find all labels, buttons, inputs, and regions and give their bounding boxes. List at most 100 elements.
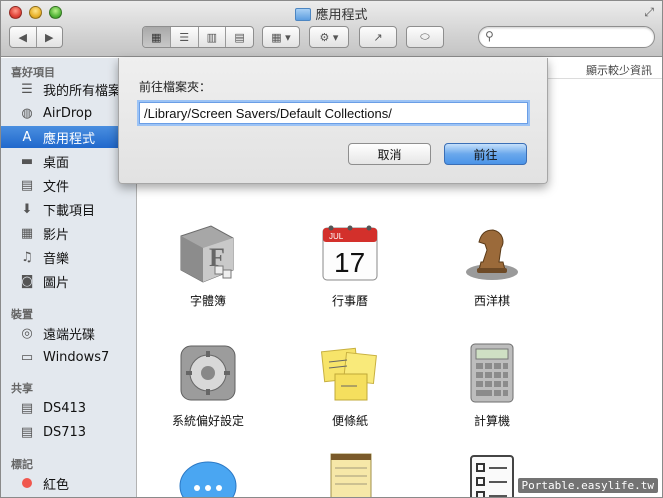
- sidebar-item-label: 應用程式: [43, 131, 96, 147]
- go-button[interactable]: 前往: [444, 143, 527, 165]
- sidebar-item-remote-disc[interactable]: ◎ 遠端光碟: [1, 322, 136, 344]
- sidebar-item-documents[interactable]: ▤ 文件: [1, 174, 136, 196]
- search-input[interactable]: [501, 29, 646, 45]
- calculator-icon: [459, 340, 525, 406]
- window-title-text: 應用程式: [315, 8, 368, 23]
- sidebar-item-downloads[interactable]: ⬇ 下載項目: [1, 198, 136, 220]
- font-book-icon: F: [175, 220, 241, 286]
- back-forward-control: ◀ ▶: [9, 26, 63, 48]
- app-calculator[interactable]: 計算機: [437, 340, 547, 429]
- icon-view-icon: ▦: [151, 30, 162, 44]
- all-files-icon: ☰: [21, 81, 33, 97]
- movies-icon: ▦: [20, 225, 34, 241]
- airdrop-icon: ◍: [21, 105, 33, 121]
- go-to-folder-sheet: 前往檔案夾： 取消 前往: [118, 58, 548, 184]
- sidebar-item-desktop[interactable]: ▬ 桌面: [1, 150, 136, 172]
- sidebar-item-pictures[interactable]: ◙ 圖片: [1, 270, 136, 292]
- show-less-link[interactable]: 顯示較少資訊: [586, 62, 652, 78]
- sidebar-section-shared: 共享: [11, 382, 33, 395]
- sidebar-item-label: Windows7: [43, 349, 110, 365]
- sidebar-item-windows7[interactable]: ▭ Windows7: [1, 346, 136, 368]
- fullscreen-icon[interactable]: ⤢: [644, 5, 654, 20]
- app-label: 便條紙: [331, 414, 368, 428]
- notepad-icon: [317, 450, 383, 497]
- folder-icon: [295, 8, 312, 21]
- app-label: 計算機: [473, 414, 510, 428]
- sidebar-item-label: DS413: [43, 400, 87, 416]
- folder-path-input[interactable]: [139, 102, 528, 124]
- calendar-icon: JUL 17: [317, 220, 383, 286]
- app-font-book[interactable]: F 字體簿: [153, 220, 263, 309]
- window-title: 應用程式: [1, 4, 662, 23]
- list-view-icon: ☰: [179, 30, 190, 44]
- sidebar-item-label: 影片: [43, 227, 70, 243]
- messages-icon: [175, 456, 241, 497]
- sidebar: 喜好項目 ☰ 我的所有檔案 ◍ AirDrop A 應用程式 ▬ 桌面 ▤ 文件…: [1, 58, 137, 497]
- coverflow-view-icon: ▤: [234, 30, 245, 44]
- app-label: 西洋棋: [473, 294, 510, 308]
- sidebar-section-devices: 裝置: [11, 308, 33, 321]
- search-icon: ⚲: [485, 29, 494, 43]
- view-mode-control: ▦ ☰ ▥ ▤: [142, 26, 254, 48]
- sidebar-item-label: 紅色: [43, 477, 70, 493]
- share-icon: ↗: [373, 30, 383, 44]
- sidebar-item-airdrop[interactable]: ◍ AirDrop: [1, 102, 136, 124]
- sidebar-item-label: DS713: [43, 424, 87, 440]
- sidebar-item-ds713[interactable]: ▤ DS713: [1, 421, 136, 443]
- calendar-day-text: 17: [334, 247, 365, 278]
- forward-button[interactable]: ▶: [37, 27, 63, 47]
- app-textedit-partial[interactable]: [295, 450, 405, 497]
- app-calendar[interactable]: JUL 17 行事曆: [295, 220, 405, 309]
- tags-button[interactable]: ⬭: [406, 26, 444, 48]
- coverflow-view-button[interactable]: ▤: [226, 27, 253, 47]
- downloads-icon: ⬇: [21, 201, 33, 217]
- cancel-button[interactable]: 取消: [348, 143, 431, 165]
- sidebar-item-applications[interactable]: A 應用程式: [1, 126, 136, 148]
- sidebar-item-label: 文件: [43, 179, 70, 195]
- app-messages-partial[interactable]: [153, 456, 263, 497]
- app-label: 行事曆: [331, 294, 368, 308]
- search-box[interactable]: ⚲: [478, 26, 655, 48]
- remote-disc-icon: ◎: [21, 325, 33, 341]
- desktop-icon: ▬: [20, 153, 34, 169]
- app-label: 字體簿: [189, 294, 226, 308]
- checklist-icon: [459, 450, 525, 497]
- app-system-preferences[interactable]: 系統偏好設定: [153, 340, 263, 429]
- sidebar-item-red-tag[interactable]: 紅色: [1, 472, 136, 494]
- arrange-button[interactable]: ▦ ▾: [262, 26, 300, 48]
- app-stickies[interactable]: 便條紙: [295, 340, 405, 429]
- forward-arrow-icon: ▶: [45, 30, 54, 44]
- app-label: 系統偏好設定: [171, 414, 244, 428]
- gear-icon: ⚙ ▾: [319, 30, 339, 44]
- drive-icon: ▭: [20, 349, 34, 365]
- sidebar-item-movies[interactable]: ▦ 影片: [1, 222, 136, 244]
- dialog-prompt: 前往檔案夾：: [139, 80, 212, 94]
- titlebar: 應用程式 ⤢ ◀ ▶ ▦ ☰ ▥ ▤ ▦ ▾ ⚙ ▾ ↗ ⬭ ⚲: [1, 1, 662, 57]
- arrange-icon: ▦ ▾: [271, 30, 291, 44]
- share-button[interactable]: ↗: [359, 26, 397, 48]
- icon-view-button[interactable]: ▦: [143, 27, 171, 47]
- chess-icon: [459, 220, 525, 286]
- app-chess[interactable]: 西洋棋: [437, 220, 547, 309]
- back-button[interactable]: ◀: [10, 27, 37, 47]
- applications-icon: A: [22, 129, 32, 145]
- sidebar-item-label: 遠端光碟: [43, 327, 96, 343]
- column-view-icon: ▥: [206, 30, 218, 44]
- sidebar-item-label: 下載項目: [43, 203, 96, 219]
- pictures-icon: ◙: [20, 273, 34, 289]
- action-button[interactable]: ⚙ ▾: [309, 26, 349, 48]
- column-view-button[interactable]: ▥: [199, 27, 227, 47]
- stickies-icon: [317, 340, 383, 406]
- sidebar-item-ds413[interactable]: ▤ DS413: [1, 397, 136, 419]
- sidebar-section-tags: 標記: [11, 458, 33, 471]
- watermark: Portable.easylife.tw: [517, 478, 658, 493]
- red-tag-icon: [22, 478, 32, 488]
- sidebar-item-all-files[interactable]: ☰ 我的所有檔案: [1, 78, 136, 100]
- calendar-month-text: JUL: [329, 232, 344, 241]
- list-view-button[interactable]: ☰: [171, 27, 199, 47]
- server-icon: ▤: [20, 400, 34, 416]
- finder-window: 應用程式 ⤢ ◀ ▶ ▦ ☰ ▥ ▤ ▦ ▾ ⚙ ▾ ↗ ⬭ ⚲ 喜好項目 ☰ …: [0, 0, 663, 498]
- sidebar-item-label: 桌面: [43, 155, 70, 171]
- sidebar-item-music[interactable]: ♫ 音樂: [1, 246, 136, 268]
- sidebar-item-label: 音樂: [43, 251, 70, 267]
